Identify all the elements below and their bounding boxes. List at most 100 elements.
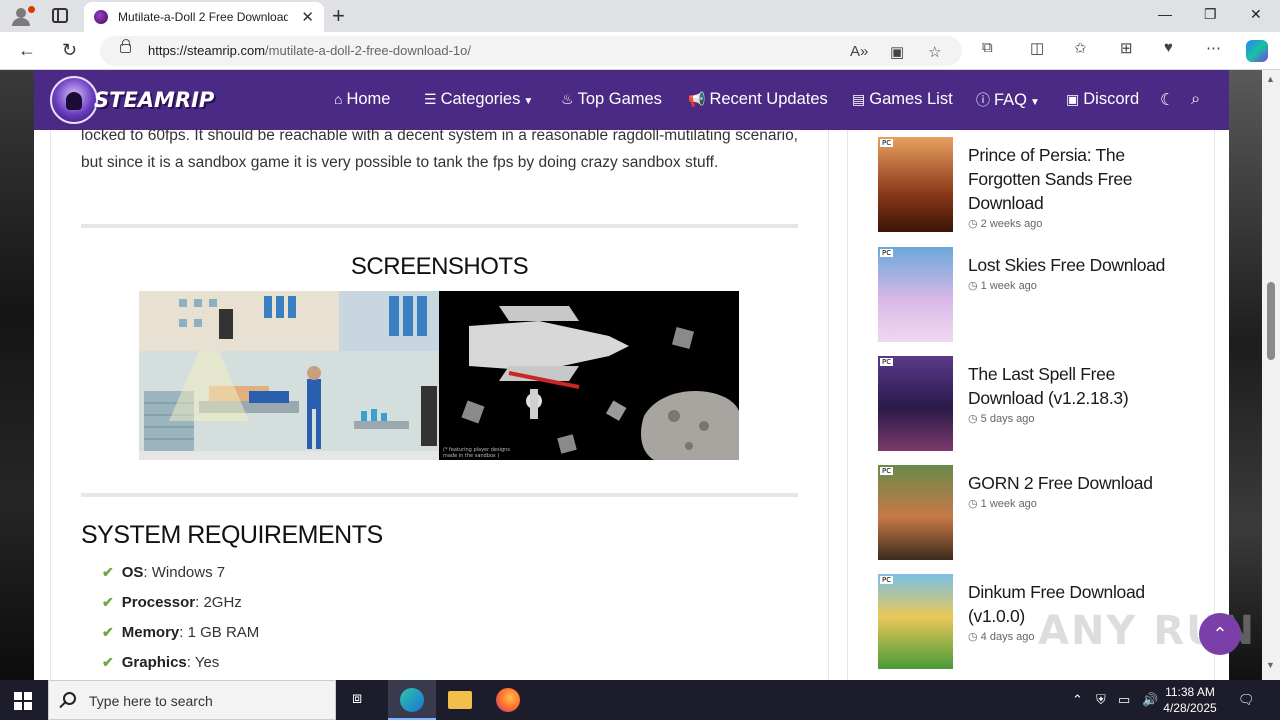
nav-faq[interactable]: ⓘ FAQ ▼ xyxy=(976,90,1040,110)
scroll-up-arrow-icon[interactable]: ▲ xyxy=(1266,74,1275,84)
section-divider xyxy=(81,493,798,497)
nav-top-games[interactable]: ♨ Top Games xyxy=(561,90,662,109)
clock-date: 4/28/2025 xyxy=(1163,701,1217,715)
back-to-top-button[interactable]: ⌃ xyxy=(1199,613,1241,655)
site-favicon-icon xyxy=(94,10,108,24)
profile-icon[interactable] xyxy=(8,4,36,28)
notifications-icon[interactable]: 🗨 xyxy=(1238,692,1255,708)
grid-icon: ☰ xyxy=(424,91,437,107)
requirement-value: : 1 GB RAM xyxy=(179,624,260,641)
nav-categories[interactable]: ☰ Categories ▼ xyxy=(424,90,533,109)
post-thumbnail[interactable]: PC xyxy=(878,574,953,669)
url-text[interactable]: https://steamrip.com/mutilate-a-doll-2-f… xyxy=(148,43,471,58)
chevron-down-icon: ▼ xyxy=(1030,97,1040,108)
megaphone-icon: 📢 xyxy=(688,91,706,107)
background-art-right xyxy=(1229,70,1262,680)
list-icon: ▤ xyxy=(852,91,866,107)
post-thumbnail[interactable]: PC xyxy=(878,137,953,232)
dark-mode-moon-icon[interactable]: ☾ xyxy=(1160,90,1175,110)
file-explorer-icon[interactable] xyxy=(436,680,484,720)
refresh-icon[interactable]: ↻ xyxy=(62,40,77,61)
post-date-text: 5 days ago xyxy=(980,413,1035,425)
background-art-left xyxy=(0,70,34,680)
screenshot-image-2[interactable]: (* featuring player designs made in the … xyxy=(439,291,739,460)
back-arrow-icon[interactable]: ← xyxy=(18,40,36,61)
nav-recent-updates[interactable]: 📢 Recent Updates xyxy=(688,90,828,109)
favorites-icon[interactable]: ✩ xyxy=(1074,39,1087,57)
post-title-link[interactable]: GORN 2 Free Download xyxy=(968,471,1168,495)
volume-icon[interactable]: 🔊 xyxy=(1142,692,1158,708)
post-thumbnail[interactable]: PC xyxy=(878,465,953,560)
checkmark-icon: ✔ xyxy=(102,564,114,580)
post-title-link[interactable]: Lost Skies Free Download xyxy=(968,253,1168,277)
discord-icon: ▣ xyxy=(1066,91,1080,107)
clock-icon: ◷ xyxy=(968,631,981,643)
requirement-label: OS xyxy=(121,564,144,581)
post-date-text: 1 week ago xyxy=(980,498,1037,510)
tab-title: Mutilate-a-Doll 2 Free Download xyxy=(118,10,288,24)
taskbar-search-box[interactable]: Type here to search xyxy=(48,680,336,720)
post-thumbnail[interactable]: PC xyxy=(878,247,953,342)
post-date-text: 4 days ago xyxy=(980,631,1035,643)
lock-icon[interactable] xyxy=(120,39,131,53)
checkmark-icon: ✔ xyxy=(102,654,114,670)
close-window-icon[interactable]: ✕ xyxy=(1250,6,1262,23)
scrollbar-thumb[interactable] xyxy=(1267,282,1275,360)
edge-browser-icon[interactable] xyxy=(388,680,436,720)
pc-badge: PC xyxy=(880,358,894,366)
requirement-item: ✔ Memory: 1 GB RAM xyxy=(102,624,259,641)
immersive-reader-icon[interactable]: ▣ xyxy=(890,43,904,61)
post-date: ◷ 1 week ago xyxy=(968,279,1037,292)
site-logo-text[interactable]: STEAMRIP xyxy=(94,88,214,112)
read-aloud-icon[interactable]: A» xyxy=(850,43,868,60)
steamrip-logo-icon[interactable] xyxy=(50,76,98,124)
collections-icon[interactable]: ⊞ xyxy=(1120,39,1133,57)
nav-faq-label: FAQ xyxy=(994,91,1028,109)
network-icon[interactable]: ▭ xyxy=(1118,692,1130,708)
performance-icon[interactable]: ♥ xyxy=(1164,39,1173,56)
pc-badge: PC xyxy=(880,249,894,257)
screenshots-heading: SCREENSHOTS xyxy=(350,253,529,280)
copilot-icon[interactable] xyxy=(1246,40,1268,62)
close-tab-icon[interactable]: ✕ xyxy=(301,8,314,26)
svg-text:made in the sandbox ): made in the sandbox ) xyxy=(443,453,499,459)
browser-tab[interactable]: Mutilate-a-Doll 2 Free Download ✕ xyxy=(84,2,324,32)
page-scrollbar[interactable]: ▲ ▼ xyxy=(1262,70,1280,680)
nav-home-label: Home xyxy=(346,90,391,108)
chevron-down-icon: ▼ xyxy=(523,96,534,107)
nav-games-list[interactable]: ▤ Games List xyxy=(852,90,953,109)
system-clock[interactable]: 11:38 AM 4/28/2025 xyxy=(1160,684,1220,716)
restore-icon[interactable]: ❐ xyxy=(1204,6,1217,23)
post-thumbnail[interactable]: PC xyxy=(878,356,953,451)
nav-games-list-label: Games List xyxy=(869,90,953,108)
clock-icon: ◷ xyxy=(968,280,981,292)
requirement-item: ✔ Graphics: Yes xyxy=(102,654,219,671)
firefox-icon[interactable] xyxy=(484,680,532,720)
search-icon[interactable]: ⌕ xyxy=(1191,90,1200,109)
new-tab-icon[interactable]: + xyxy=(332,3,345,29)
screenshot-image-1[interactable] xyxy=(139,291,439,460)
task-view-icon[interactable]: ⧈ xyxy=(338,680,386,720)
address-bar[interactable]: https://steamrip.com/mutilate-a-doll-2-f… xyxy=(100,36,962,66)
tray-chevron-up-icon[interactable]: ⌃ xyxy=(1072,692,1083,708)
minimize-icon[interactable]: — xyxy=(1158,6,1172,22)
home-icon: ⌂ xyxy=(334,91,343,107)
security-icon[interactable]: ⛨ xyxy=(1096,692,1106,708)
more-menu-icon[interactable]: ⋯ xyxy=(1206,39,1221,57)
windows-start-icon[interactable] xyxy=(14,692,32,710)
browser-toolbar: ← ↻ https://steamrip.com/mutilate-a-doll… xyxy=(0,32,1280,70)
extensions-icon[interactable]: ⧉ xyxy=(982,39,993,56)
post-title-link[interactable]: The Last Spell Free Download (v1.2.18.3) xyxy=(968,362,1168,410)
article-paragraph: locked to 60fps. It should be reachable … xyxy=(81,127,798,171)
post-title-link[interactable]: Prince of Persia: The Forgotten Sands Fr… xyxy=(968,143,1168,215)
split-screen-icon[interactable]: ◫ xyxy=(1030,39,1044,57)
nav-discord[interactable]: ▣ Discord xyxy=(1066,90,1139,109)
favorite-star-icon[interactable]: ☆ xyxy=(928,43,941,61)
pc-badge: PC xyxy=(880,139,894,147)
system-requirements-heading: SYSTEM REQUIREMENTS xyxy=(81,521,383,549)
clock-time: 11:38 AM xyxy=(1165,685,1215,699)
tab-actions-icon[interactable] xyxy=(52,8,68,23)
search-placeholder: Type here to search xyxy=(89,693,213,709)
scroll-down-arrow-icon[interactable]: ▼ xyxy=(1266,660,1275,670)
nav-home[interactable]: ⌂ Home xyxy=(334,90,390,109)
